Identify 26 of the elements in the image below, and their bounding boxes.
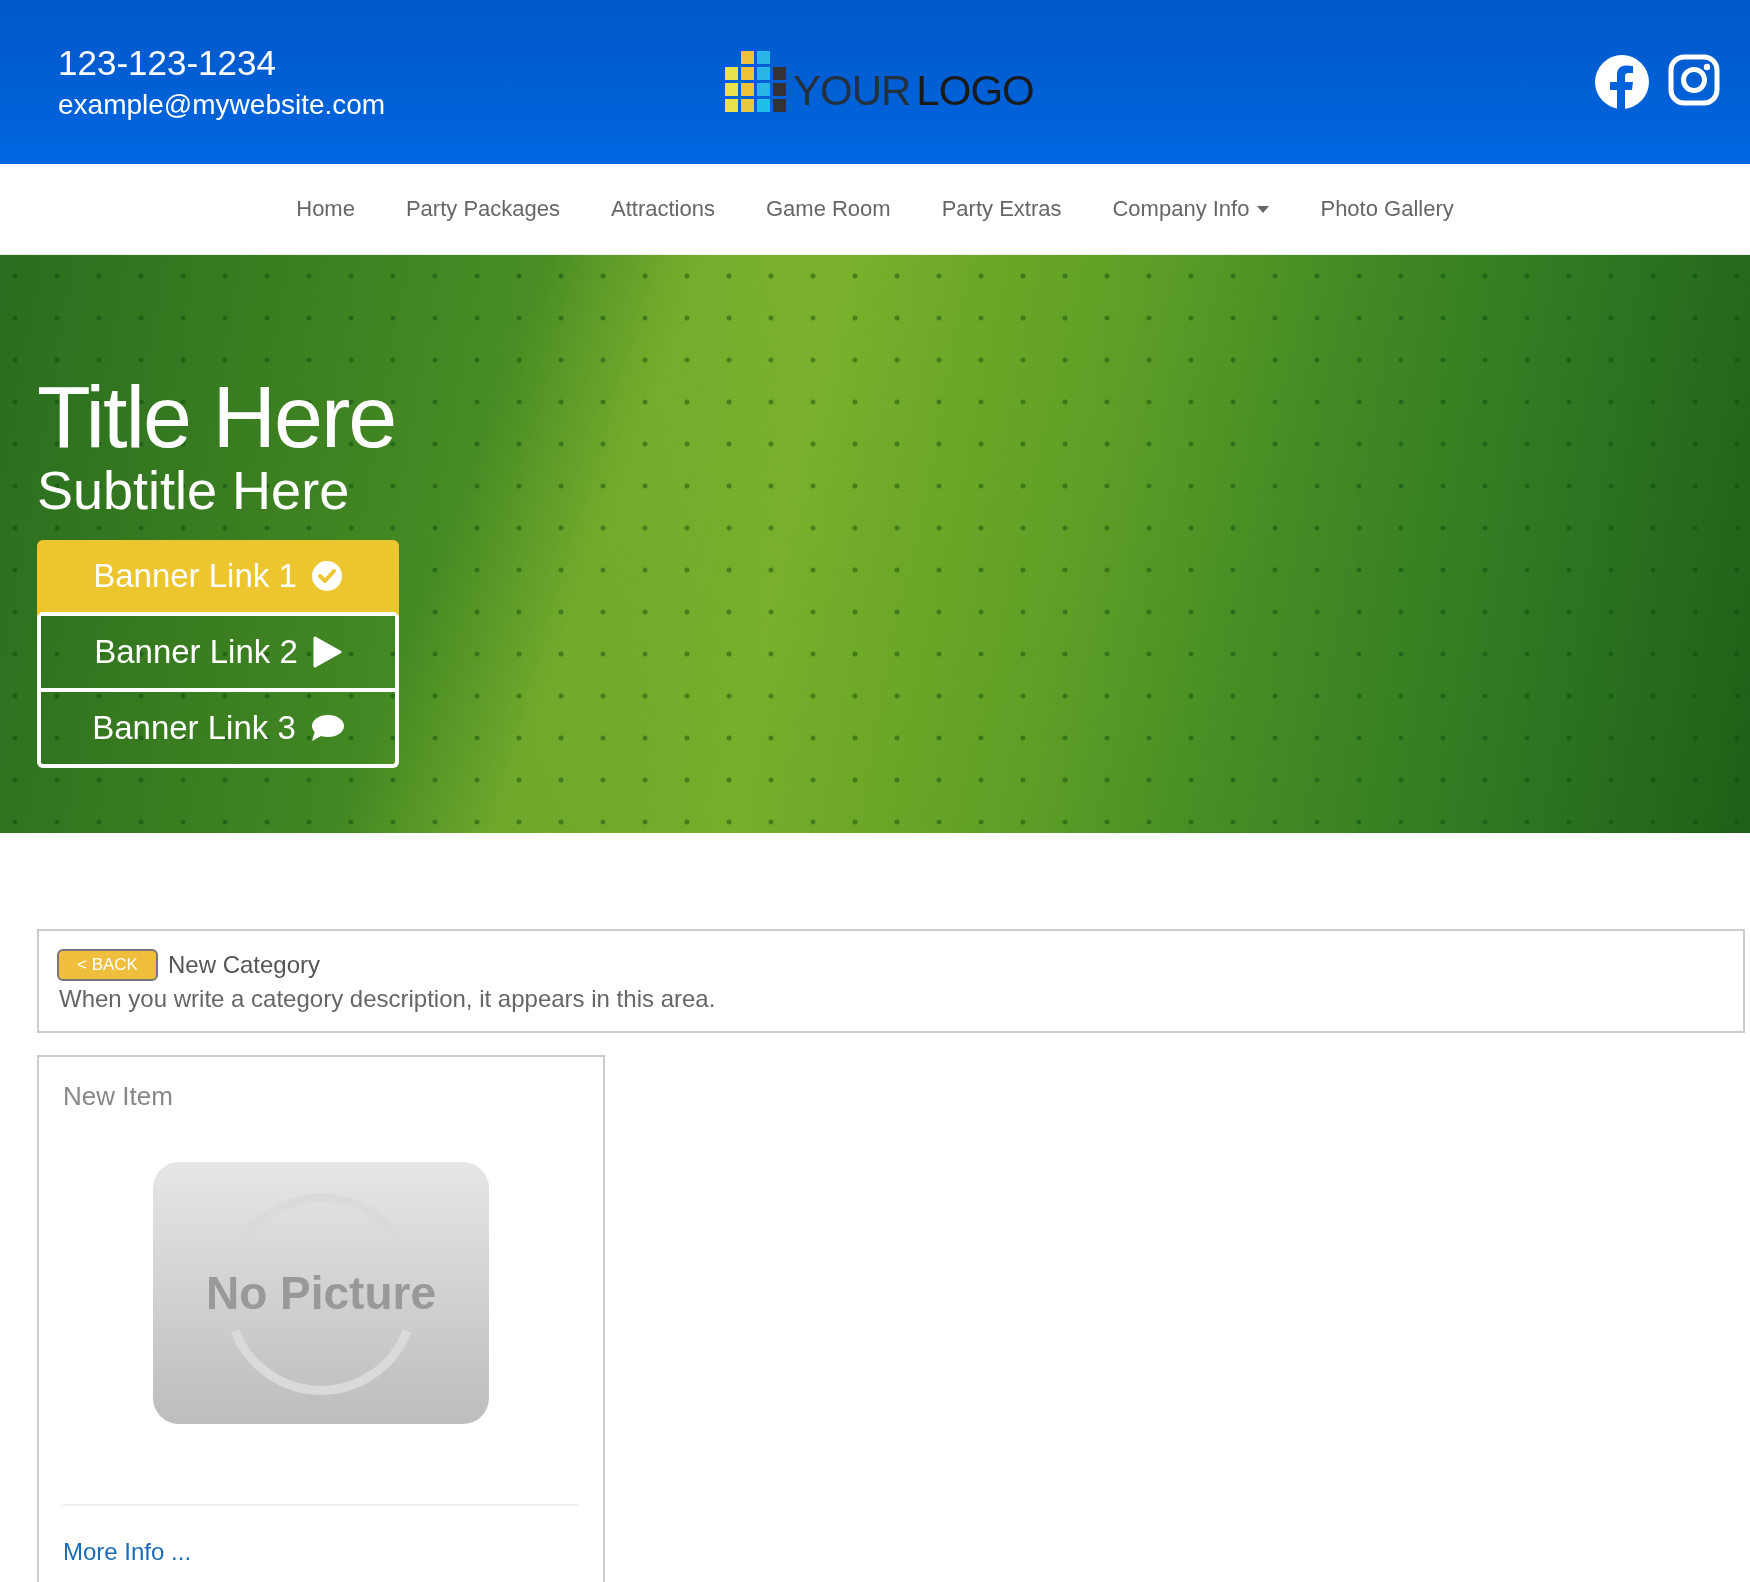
facebook-icon[interactable] — [1594, 54, 1650, 110]
banner-title: Title Here — [37, 373, 397, 461]
logo-icon — [725, 49, 789, 115]
nav-link[interactable]: Attractions — [611, 196, 715, 222]
logo-text: YOUR LOGO — [793, 67, 1034, 115]
instagram-icon[interactable] — [1668, 54, 1720, 106]
email-address: example@mywebsite.com — [58, 89, 387, 121]
phone-number: 123-123-1234 — [58, 43, 277, 83]
banner-subtitle: Subtitle Here — [37, 461, 351, 521]
nav-link[interactable]: Party Extras — [941, 196, 1062, 222]
item-title: New Item — [63, 1081, 174, 1112]
caret-icon — [1257, 205, 1270, 213]
no-picture-text: No Picture — [205, 1266, 436, 1320]
nav-link[interactable]: Company Info — [1112, 196, 1270, 222]
category-title: New Category — [167, 951, 320, 979]
speech-bubble-icon — [309, 714, 344, 743]
play-icon — [311, 636, 342, 669]
nav-link[interactable]: Photo Gallery — [1320, 196, 1454, 222]
nav-link[interactable]: Game Room — [765, 196, 891, 222]
banner-link[interactable]: Banner Link 3 — [37, 692, 399, 769]
nav-link[interactable]: Home — [296, 196, 355, 222]
nav-link[interactable]: Party Packages — [405, 196, 560, 222]
category-description: When you write a category description, it appears in this area. — [59, 985, 717, 1013]
banner-link[interactable]: Banner Link 2 — [37, 616, 399, 693]
check-circle-icon — [310, 560, 343, 593]
more-info-link[interactable]: More Info ... — [63, 1538, 192, 1566]
